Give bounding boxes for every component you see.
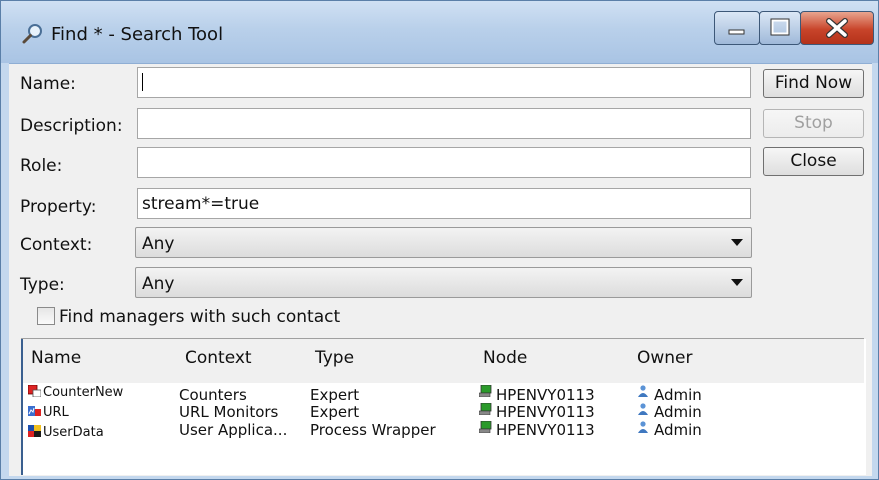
stop-button[interactable]: Stop (763, 109, 864, 138)
title-bar[interactable]: Find * - Search Tool (1, 1, 878, 63)
row-owner: Admin (654, 421, 702, 439)
row-node: HPENVY0113 (496, 403, 595, 421)
close-window-button[interactable] (800, 11, 874, 45)
row-context: User Applica... (179, 421, 288, 439)
minimize-button[interactable] (714, 11, 760, 45)
text-caret (142, 73, 143, 91)
close-icon (826, 18, 848, 38)
row-name: CounterNew (43, 385, 124, 400)
column-header-type[interactable]: Type (315, 348, 354, 368)
context-value: Any (142, 234, 175, 254)
user-icon (638, 385, 648, 397)
computer-icon (479, 421, 492, 433)
user-icon (638, 403, 648, 415)
context-select[interactable]: Any (135, 227, 752, 258)
context-label: Context: (20, 235, 93, 255)
description-label: Description: (20, 116, 123, 136)
dropdown-arrow-icon (731, 279, 743, 286)
role-label: Role: (20, 156, 63, 176)
find-managers-checkbox[interactable] (37, 307, 55, 325)
minimize-icon (728, 29, 745, 35)
find-managers-label: Find managers with such contact (59, 307, 341, 327)
row-name: UserData (43, 425, 104, 440)
type-value: Any (142, 274, 175, 294)
row-context: Counters (179, 386, 247, 404)
row-name: URL (43, 405, 69, 420)
maximize-button[interactable] (759, 11, 801, 45)
counter-icon (28, 385, 41, 397)
userdata-icon (28, 425, 41, 437)
url-icon (28, 406, 41, 416)
name-input[interactable] (137, 67, 751, 98)
maximize-icon (770, 18, 790, 36)
row-node: HPENVY0113 (496, 421, 595, 439)
search-tool-window: Find * - Search Tool Name: Description: … (0, 0, 879, 480)
type-label: Type: (20, 275, 65, 295)
name-label: Name: (20, 74, 76, 94)
property-label: Property: (20, 197, 97, 217)
row-context: URL Monitors (179, 403, 279, 421)
type-select[interactable]: Any (135, 267, 752, 298)
property-value: stream*=true (142, 194, 260, 214)
description-input[interactable] (137, 108, 751, 139)
property-input[interactable]: stream*=true (137, 188, 751, 219)
computer-icon (479, 385, 492, 397)
window-title: Find * - Search Tool (51, 24, 224, 45)
close-button[interactable]: Close (763, 147, 864, 176)
row-owner: Admin (654, 403, 702, 421)
computer-icon (479, 403, 492, 415)
row-owner: Admin (654, 386, 702, 404)
user-icon (638, 421, 648, 433)
column-header-node[interactable]: Node (483, 348, 527, 368)
row-type: Expert (310, 386, 360, 404)
role-input[interactable] (137, 147, 751, 178)
column-header-context[interactable]: Context (185, 348, 252, 368)
magnifier-icon (22, 24, 42, 44)
find-now-button[interactable]: Find Now (763, 69, 864, 98)
row-type: Process Wrapper (310, 421, 436, 439)
column-header-owner[interactable]: Owner (637, 348, 693, 368)
column-header-name[interactable]: Name (31, 348, 81, 368)
dropdown-arrow-icon (731, 239, 743, 246)
results-header (23, 339, 864, 383)
row-type: Expert (310, 403, 360, 421)
row-node: HPENVY0113 (496, 386, 595, 404)
